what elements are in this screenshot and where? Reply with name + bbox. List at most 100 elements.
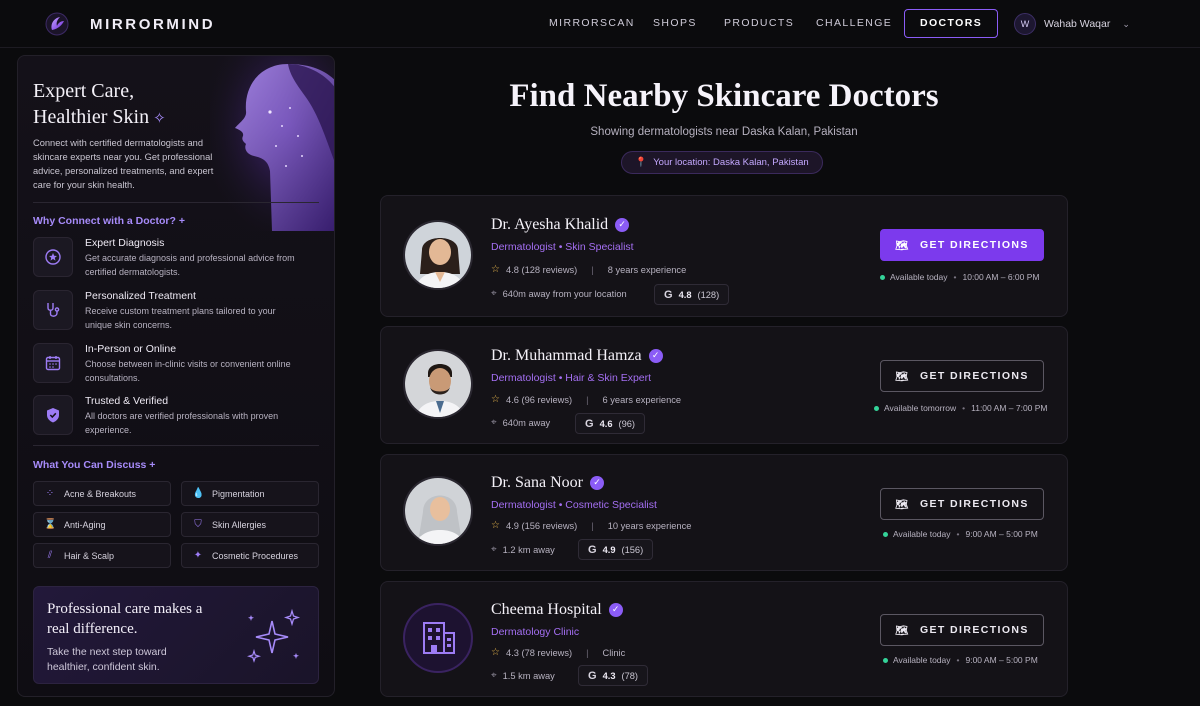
- shield-icon: ⛉: [194, 519, 202, 530]
- nav-link-products[interactable]: PRODUCTS: [724, 17, 794, 29]
- star-icon: ☆: [491, 520, 500, 531]
- availability: Available today • 10:00 AM – 6:00 PM: [880, 272, 1040, 282]
- google-rating-badge[interactable]: G 4.8 (128): [654, 284, 730, 305]
- location-pin-icon: ⌖: [491, 417, 497, 428]
- availability-dot: [874, 406, 879, 412]
- availability-status: Available tomorrow: [884, 403, 957, 413]
- doctor-name-row: Dr. Sana Noor ✓: [491, 474, 604, 492]
- user-name: Wahab Waqar: [1044, 18, 1111, 30]
- location-pin-icon: 📍: [635, 157, 648, 168]
- feature-desc: Choose between in-clinic visits or conve…: [85, 359, 291, 383]
- promo-desc: Take the next step toward healthier, con…: [47, 646, 167, 673]
- topic-acne-breakouts[interactable]: ⁘ Acne & Breakouts: [33, 481, 171, 506]
- shield-check-icon: [33, 395, 73, 435]
- map-icon: 🗺: [895, 370, 910, 383]
- doctor-experience: 6 years experience: [602, 394, 682, 405]
- nav-link-challenge[interactable]: CHALLENGE: [816, 17, 892, 29]
- top-nav: MIRRORMIND MIRRORSCAN SHOPS PRODUCTS CHA…: [0, 0, 1200, 48]
- location-label: Your location: Daska Kalan, Pakistan: [653, 157, 809, 168]
- doctor-name-row: Dr. Muhammad Hamza ✓: [491, 347, 663, 365]
- star-icon: ☆: [491, 394, 500, 405]
- clinic-card: Cheema Hospital ✓ Dermatology Clinic ☆ 4…: [380, 581, 1068, 697]
- clinic-name: Cheema Hospital: [491, 601, 602, 618]
- google-rating: 4.6: [599, 418, 613, 429]
- feature-desc: Get accurate diagnosis and professional …: [85, 253, 295, 277]
- calendar-icon: [33, 343, 73, 383]
- doctor-distance: 1.2 km away: [502, 544, 555, 555]
- star-icon: ☆: [491, 264, 500, 275]
- doctor-card: Dr. Ayesha Khalid ✓ Dermatologist • Skin…: [380, 195, 1068, 317]
- sidebar-title-line2: Healthier Skin: [33, 106, 150, 128]
- doctor-distance: 640m away: [502, 417, 551, 428]
- acne-icon: ⁘: [45, 488, 55, 499]
- stethoscope-icon: [33, 290, 73, 330]
- sidebar-description: Connect with certified dermatologists an…: [33, 138, 214, 190]
- doctor-specialty: Dermatologist • Cosmetic Specialist: [491, 499, 657, 511]
- topic-pigmentation[interactable]: 💧 Pigmentation: [181, 481, 319, 506]
- verified-badge-icon: ✓: [615, 218, 630, 232]
- topic-label: Pigmentation: [212, 488, 265, 499]
- avatar: W: [1014, 13, 1036, 35]
- feature-desc: Receive custom treatment plans tailored …: [85, 306, 276, 330]
- doctor-rating: 4.9 (156 reviews): [505, 520, 578, 531]
- droplet-icon: 💧: [192, 488, 205, 499]
- google-review-count: (156): [621, 544, 644, 555]
- promo-title: Professional care makes a real differenc…: [47, 601, 203, 637]
- get-directions-button[interactable]: 🗺 GET DIRECTIONS: [880, 360, 1044, 392]
- nav-link-mirrorscan[interactable]: MIRRORSCAN: [549, 17, 635, 29]
- sidebar-hero-title: Expert Care, Healthier Skin ✧: [33, 78, 233, 132]
- doctor-meta: ☆ 4.8 (128 reviews) | 8 years experience: [491, 264, 687, 275]
- hospital-avatar: [403, 603, 473, 673]
- topic-hair-scalp[interactable]: ⫽ Hair & Scalp: [33, 543, 171, 568]
- button-label: GET DIRECTIONS: [919, 370, 1029, 382]
- get-directions-button[interactable]: 🗺 GET DIRECTIONS: [880, 614, 1044, 646]
- why-connect-title: Why Connect with a Doctor? +: [33, 215, 185, 227]
- google-rating-badge[interactable]: G 4.6 (96): [575, 413, 646, 434]
- user-menu[interactable]: W Wahab Waqar ⌄: [1014, 13, 1130, 35]
- feature-trusted-verified: Trusted & Verified All doctors are verif…: [33, 395, 323, 439]
- doctor-rating: 4.8 (128 reviews): [505, 264, 578, 275]
- availability-status: Available today: [893, 655, 951, 665]
- location-pin-icon: ⌖: [491, 544, 497, 555]
- google-review-count: (96): [618, 418, 636, 429]
- topic-skin-allergies[interactable]: ⛉ Skin Allergies: [181, 512, 319, 537]
- get-directions-button[interactable]: 🗺 GET DIRECTIONS: [880, 229, 1044, 261]
- verified-badge-icon: ✓: [608, 603, 623, 617]
- brand[interactable]: MIRRORMIND: [44, 11, 215, 37]
- availability-dot: [883, 658, 888, 664]
- feature-personalized-treatment: Personalized Treatment Receive custom tr…: [33, 290, 323, 334]
- discuss-title: What You Can Discuss +: [33, 459, 156, 471]
- brand-name: MIRRORMIND: [90, 15, 216, 33]
- divider: [33, 445, 319, 446]
- get-directions-button[interactable]: 🗺 GET DIRECTIONS: [880, 488, 1044, 520]
- feature-title: Expert Diagnosis: [85, 237, 165, 249]
- availability-hours: 9:00 AM – 5:00 PM: [965, 655, 1038, 665]
- doctor-meta: ☆ 4.9 (156 reviews) | 10 years experienc…: [491, 520, 692, 531]
- doctor-distance-row: ⌖ 1.2 km away: [491, 544, 555, 555]
- doctor-card: Dr. Sana Noor ✓ Dermatologist • Cosmetic…: [380, 454, 1068, 571]
- map-icon: 🗺: [895, 239, 910, 252]
- google-review-count: (128): [697, 289, 720, 300]
- google-rating-badge[interactable]: G 4.9 (156): [578, 539, 654, 560]
- nav-link-doctors[interactable]: DOCTORS: [904, 9, 999, 38]
- location-pill[interactable]: 📍 Your location: Daska Kalan, Pakistan: [621, 151, 823, 174]
- divider: [33, 202, 319, 203]
- button-label: GET DIRECTIONS: [919, 498, 1029, 510]
- google-icon: G: [588, 669, 597, 682]
- clinic-meta: ☆ 4.3 (78 reviews) | Clinic: [491, 647, 626, 658]
- feature-expert-diagnosis: Expert Diagnosis Get accurate diagnosis …: [33, 237, 323, 281]
- topic-label: Anti-Aging: [64, 519, 106, 530]
- topic-cosmetic-procedures[interactable]: ✦ Cosmetic Procedures: [181, 543, 319, 568]
- clinic-distance-row: ⌖ 1.5 km away: [491, 670, 555, 681]
- topic-label: Acne & Breakouts: [64, 488, 137, 499]
- map-icon: 🗺: [895, 624, 910, 637]
- google-rating-badge[interactable]: G 4.3 (78): [578, 665, 649, 686]
- location-pin-icon: ⌖: [491, 670, 497, 681]
- feature-title: Trusted & Verified: [85, 395, 169, 407]
- nav-link-shops[interactable]: SHOPS: [653, 17, 697, 29]
- info-sidebar: Expert Care, Healthier Skin ✧ Connect wit…: [17, 55, 335, 697]
- availability-hours: 10:00 AM – 6:00 PM: [962, 272, 1040, 282]
- topic-anti-aging[interactable]: ⌛ Anti-Aging: [33, 512, 171, 537]
- availability-hours: 11:00 AM – 7:00 PM: [971, 403, 1048, 413]
- button-label: GET DIRECTIONS: [919, 239, 1029, 251]
